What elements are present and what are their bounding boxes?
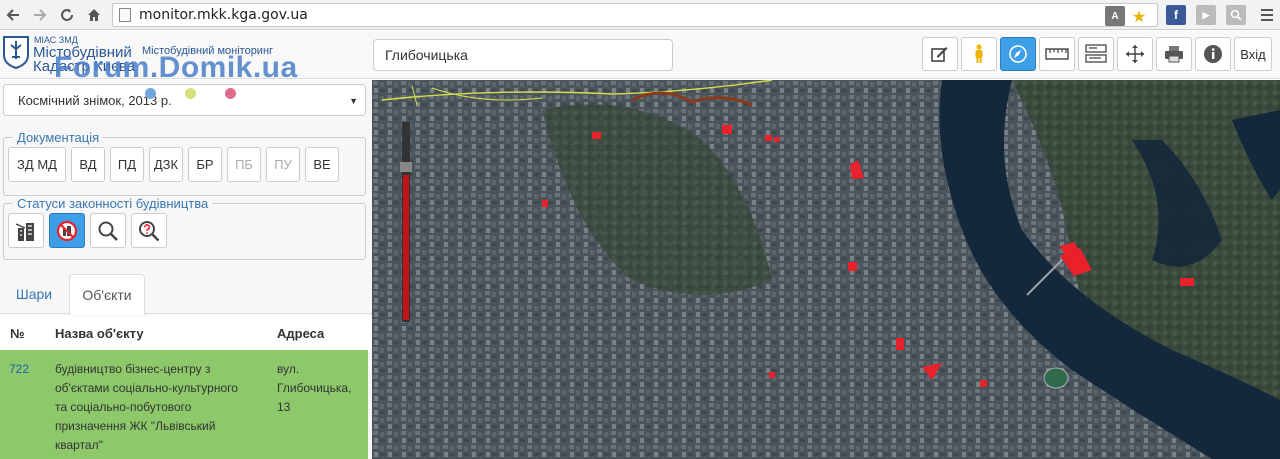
home-icon[interactable] [81, 2, 107, 28]
highlighted-object[interactable] [774, 137, 780, 142]
color-dot-pink [225, 88, 236, 99]
layers-icon [1085, 44, 1107, 63]
object-name-line: будівництво бізнес-центру з [55, 362, 211, 376]
object-address: вул. Глибочицька, 13 [277, 360, 367, 417]
compass-tool-button[interactable] [1000, 37, 1036, 71]
extension-icon[interactable]: ▶ [1196, 5, 1216, 25]
measure-tool-button[interactable] [1039, 37, 1075, 71]
ruler-icon [1045, 48, 1069, 60]
app-header: МІАС ЗМД Містобудівний Кадастр Києва Міс… [0, 31, 1280, 84]
object-name-line: об'єктами соціально-культурного [55, 381, 238, 395]
object-address-line: Глибочицька, [277, 381, 352, 395]
sidebar: Космічний знімок, 2013 р. ▼ Документація… [0, 80, 372, 459]
doc-button-pb[interactable]: ПБ [227, 147, 261, 182]
highlighted-object[interactable] [765, 135, 772, 141]
tab-layers[interactable]: Шари [7, 274, 61, 314]
status-illegal-button[interactable] [49, 213, 85, 248]
move-icon [1126, 45, 1144, 63]
column-header-number: № [10, 326, 25, 341]
info-button[interactable] [1195, 37, 1231, 71]
object-address-line: 13 [277, 400, 291, 414]
dropdown-caret-icon: ▼ [349, 96, 358, 106]
zoom-slider-fill [403, 175, 409, 320]
map-toolbar: Вхід [922, 37, 1272, 71]
doc-button-pu[interactable]: ПУ [266, 147, 300, 182]
stadium [1043, 367, 1069, 389]
highlighted-object[interactable] [722, 125, 732, 134]
edit-tool-button[interactable] [922, 37, 958, 71]
menu-icon[interactable] [1254, 2, 1280, 28]
city-emblem-icon [3, 36, 29, 69]
doc-button-vd[interactable]: ВД [71, 147, 105, 182]
doc-button-dzk[interactable]: ДЗК [149, 147, 183, 182]
object-name-line: та соціально-побутового [55, 400, 192, 414]
pegman-icon [975, 44, 983, 63]
address-bar[interactable]: monitor.mkk.kga.gov.ua A ★ [112, 3, 1158, 27]
highlighted-object[interactable] [848, 262, 857, 271]
back-icon[interactable] [0, 2, 26, 28]
reload-icon[interactable] [54, 2, 80, 28]
star-icon[interactable]: ★ [1129, 6, 1149, 26]
doc-button-zd-md[interactable]: ЗД МД [8, 147, 66, 182]
color-dot-yellow [185, 88, 196, 99]
magnifier-icon [98, 221, 118, 241]
tab-objects[interactable]: Об'єкти [69, 274, 145, 315]
forward-icon[interactable] [27, 2, 53, 28]
status-building-button[interactable] [8, 213, 44, 248]
table-row[interactable]: 722 будівництво бізнес-центру з об'єктам… [0, 350, 368, 459]
login-button[interactable]: Вхід [1234, 37, 1272, 71]
highlighted-object[interactable] [769, 372, 775, 378]
highlighted-object[interactable] [980, 380, 987, 387]
highlighted-object[interactable] [896, 338, 904, 350]
edit-icon [931, 47, 948, 62]
doc-button-pd[interactable]: ПД [110, 147, 144, 182]
zoom-slider-handle[interactable] [400, 162, 412, 172]
facebook-icon[interactable]: f [1166, 5, 1186, 25]
highlighted-object[interactable] [1180, 278, 1194, 286]
object-name: будівництво бізнес-центру з об'єктами со… [55, 360, 255, 455]
documentation-group: Документація ЗД МД ВД ПД ДЗК БР ПБ ПУ ВЕ [3, 130, 366, 196]
search-extension-icon[interactable] [1226, 5, 1246, 25]
address-search-input[interactable] [373, 39, 673, 71]
sidebar-tabs: Шари Об'єкти [0, 274, 372, 315]
browser-toolbar: monitor.mkk.kga.gov.ua A ★ f ▶ [0, 0, 1280, 30]
street-view-button[interactable] [961, 37, 997, 71]
legality-status-group: Статуси законності будівництва [3, 196, 366, 260]
column-header-address: Адреса [277, 326, 325, 341]
doc-button-ve[interactable]: ВЕ [305, 147, 339, 182]
highlighted-object[interactable] [542, 200, 548, 207]
object-name-line: квартал" [55, 438, 103, 452]
objects-table-header: № Назва об'єкту Адреса [0, 316, 372, 350]
status-unknown-button[interactable] [131, 213, 167, 248]
status-inspection-button[interactable] [90, 213, 126, 248]
legality-status-legend: Статуси законності будівництва [17, 196, 209, 211]
compass-icon [1009, 45, 1027, 63]
documentation-legend: Документація [17, 130, 100, 145]
color-dot-blue [145, 88, 156, 99]
basemap-select[interactable]: Космічний знімок, 2013 р. ▼ [3, 84, 366, 116]
highlighted-object[interactable] [592, 132, 601, 139]
object-address-line: вул. [277, 362, 300, 376]
print-icon [1165, 46, 1183, 63]
object-name-line: призначення ЖК "Львівський [55, 419, 216, 433]
info-icon [1204, 45, 1222, 63]
layers-tool-button[interactable] [1078, 37, 1114, 71]
map-canvas [372, 80, 1280, 459]
question-search-icon [139, 220, 160, 241]
translate-icon[interactable]: A [1105, 6, 1125, 26]
doc-button-br[interactable]: БР [188, 147, 222, 182]
satellite-map[interactable] [372, 80, 1280, 459]
print-button[interactable] [1156, 37, 1192, 71]
url-text: monitor.mkk.kga.gov.ua [139, 7, 308, 23]
column-header-name: Назва об'єкту [55, 326, 144, 341]
page-icon [119, 8, 131, 22]
pan-tool-button[interactable] [1117, 37, 1153, 71]
object-number-link[interactable]: 722 [9, 360, 29, 379]
building-icon [15, 222, 34, 241]
no-building-icon [56, 220, 78, 241]
